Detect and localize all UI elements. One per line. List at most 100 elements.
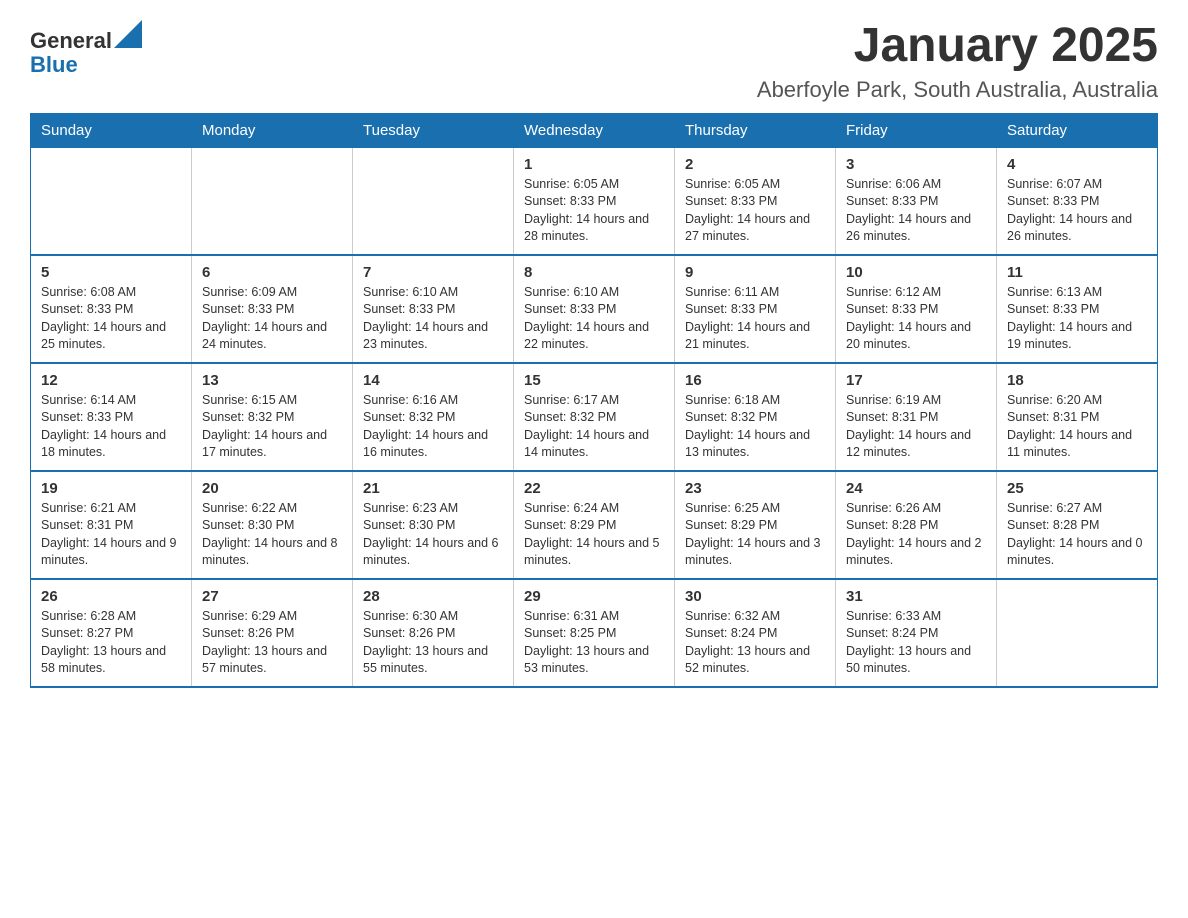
header-day-thursday: Thursday	[675, 113, 836, 147]
day-number: 1	[524, 156, 664, 173]
day-info: Sunrise: 6:12 AMSunset: 8:33 PMDaylight:…	[846, 284, 986, 354]
day-number: 3	[846, 156, 986, 173]
week-row-2: 12 Sunrise: 6:14 AMSunset: 8:33 PMDayligh…	[31, 363, 1158, 471]
day-number: 12	[41, 372, 181, 389]
day-number: 21	[363, 480, 503, 497]
header-day-friday: Friday	[836, 113, 997, 147]
calendar-cell: 31Sunrise: 6:33 AMSunset: 8:24 PMDayligh…	[836, 579, 997, 687]
header-day-monday: Monday	[192, 113, 353, 147]
day-info: Sunrise: 6:32 AMSunset: 8:24 PMDaylight:…	[685, 608, 825, 678]
calendar-cell: 28Sunrise: 6:30 AMSunset: 8:26 PMDayligh…	[353, 579, 514, 687]
day-info: Sunrise: 6:33 AMSunset: 8:24 PMDaylight:…	[846, 608, 986, 678]
calendar-cell: 8Sunrise: 6:10 AMSunset: 8:33 PMDaylight…	[514, 255, 675, 363]
day-number: 19	[41, 480, 181, 497]
day-number: 14	[363, 372, 503, 389]
day-number: 24	[846, 480, 986, 497]
day-info: Sunrise: 6:21 AMSunset: 8:31 PMDaylight:…	[41, 500, 181, 570]
day-number: 11	[1007, 264, 1147, 281]
calendar-cell: 24Sunrise: 6:26 AMSunset: 8:28 PMDayligh…	[836, 471, 997, 579]
calendar-cell: 25 Sunrise: 6:27 AMSunset: 8:28 PMDayligh…	[997, 471, 1158, 579]
calendar-cell	[353, 147, 514, 255]
calendar-cell: 13Sunrise: 6:15 AMSunset: 8:32 PMDayligh…	[192, 363, 353, 471]
day-info: Sunrise: 6:27 AMSunset: 8:28 PMDaylight:…	[1007, 500, 1147, 570]
day-number: 22	[524, 480, 664, 497]
day-info: Sunrise: 6:13 AMSunset: 8:33 PMDaylight:…	[1007, 284, 1147, 354]
day-info: Sunrise: 6:08 AMSunset: 8:33 PMDaylight:…	[41, 284, 181, 354]
calendar-cell	[192, 147, 353, 255]
calendar-cell: 2 Sunrise: 6:05 AMSunset: 8:33 PMDaylight…	[675, 147, 836, 255]
calendar-cell: 30 Sunrise: 6:32 AMSunset: 8:24 PMDayligh…	[675, 579, 836, 687]
header-day-saturday: Saturday	[997, 113, 1158, 147]
calendar-cell: 10 Sunrise: 6:12 AMSunset: 8:33 PMDayligh…	[836, 255, 997, 363]
day-info: Sunrise: 6:22 AMSunset: 8:30 PMDaylight:…	[202, 500, 342, 570]
day-info: Sunrise: 6:15 AMSunset: 8:32 PMDaylight:…	[202, 392, 342, 462]
week-row-0: 1 Sunrise: 6:05 AMSunset: 8:33 PMDaylight…	[31, 147, 1158, 255]
calendar-cell: 4Sunrise: 6:07 AMSunset: 8:33 PMDaylight…	[997, 147, 1158, 255]
day-info: Sunrise: 6:31 AMSunset: 8:25 PMDaylight:…	[524, 608, 664, 678]
calendar-cell: 9Sunrise: 6:11 AMSunset: 8:33 PMDaylight…	[675, 255, 836, 363]
calendar-cell: 15Sunrise: 6:17 AMSunset: 8:32 PMDayligh…	[514, 363, 675, 471]
calendar-cell: 19 Sunrise: 6:21 AMSunset: 8:31 PMDayligh…	[31, 471, 192, 579]
day-info: Sunrise: 6:23 AMSunset: 8:30 PMDaylight:…	[363, 500, 503, 570]
subtitle: Aberfoyle Park, South Australia, Austral…	[757, 77, 1158, 103]
calendar-body: 1 Sunrise: 6:05 AMSunset: 8:33 PMDaylight…	[31, 147, 1158, 687]
calendar-cell: 18Sunrise: 6:20 AMSunset: 8:31 PMDayligh…	[997, 363, 1158, 471]
header-day-tuesday: Tuesday	[353, 113, 514, 147]
calendar-cell: 27 Sunrise: 6:29 AMSunset: 8:26 PMDayligh…	[192, 579, 353, 687]
calendar-cell	[997, 579, 1158, 687]
calendar-cell: 11 Sunrise: 6:13 AMSunset: 8:33 PMDayligh…	[997, 255, 1158, 363]
day-number: 10	[846, 264, 986, 281]
day-info: Sunrise: 6:19 AMSunset: 8:31 PMDaylight:…	[846, 392, 986, 462]
week-row-4: 26Sunrise: 6:28 AMSunset: 8:27 PMDayligh…	[31, 579, 1158, 687]
calendar-cell: 16 Sunrise: 6:18 AMSunset: 8:32 PMDayligh…	[675, 363, 836, 471]
day-info: Sunrise: 6:05 AMSunset: 8:33 PMDaylight:…	[524, 176, 664, 246]
day-info: Sunrise: 6:29 AMSunset: 8:26 PMDaylight:…	[202, 608, 342, 678]
calendar-cell: 1 Sunrise: 6:05 AMSunset: 8:33 PMDaylight…	[514, 147, 675, 255]
day-number: 30	[685, 588, 825, 605]
calendar-table: SundayMondayTuesdayWednesdayThursdayFrid…	[30, 113, 1158, 688]
day-info: Sunrise: 6:17 AMSunset: 8:32 PMDaylight:…	[524, 392, 664, 462]
day-info: Sunrise: 6:24 AMSunset: 8:29 PMDaylight:…	[524, 500, 664, 570]
calendar-cell: 5Sunrise: 6:08 AMSunset: 8:33 PMDaylight…	[31, 255, 192, 363]
header-row: SundayMondayTuesdayWednesdayThursdayFrid…	[31, 113, 1158, 147]
logo-icon	[114, 20, 142, 48]
day-number: 27	[202, 588, 342, 605]
day-info: Sunrise: 6:06 AMSunset: 8:33 PMDaylight:…	[846, 176, 986, 246]
calendar-cell: 12 Sunrise: 6:14 AMSunset: 8:33 PMDayligh…	[31, 363, 192, 471]
day-info: Sunrise: 6:20 AMSunset: 8:31 PMDaylight:…	[1007, 392, 1147, 462]
day-info: Sunrise: 6:14 AMSunset: 8:33 PMDaylight:…	[41, 392, 181, 462]
header-day-wednesday: Wednesday	[514, 113, 675, 147]
calendar-cell: 6 Sunrise: 6:09 AMSunset: 8:33 PMDaylight…	[192, 255, 353, 363]
calendar-cell: 14 Sunrise: 6:16 AMSunset: 8:32 PMDayligh…	[353, 363, 514, 471]
page-header: General Blue January 2025 Aberfoyle Park…	[30, 20, 1158, 103]
day-number: 7	[363, 264, 503, 281]
day-info: Sunrise: 6:05 AMSunset: 8:33 PMDaylight:…	[685, 176, 825, 246]
day-info: Sunrise: 6:09 AMSunset: 8:33 PMDaylight:…	[202, 284, 342, 354]
week-row-1: 5Sunrise: 6:08 AMSunset: 8:33 PMDaylight…	[31, 255, 1158, 363]
day-number: 28	[363, 588, 503, 605]
day-info: Sunrise: 6:16 AMSunset: 8:32 PMDaylight:…	[363, 392, 503, 462]
day-info: Sunrise: 6:07 AMSunset: 8:33 PMDaylight:…	[1007, 176, 1147, 246]
day-number: 2	[685, 156, 825, 173]
week-row-3: 19 Sunrise: 6:21 AMSunset: 8:31 PMDayligh…	[31, 471, 1158, 579]
title-block: January 2025 Aberfoyle Park, South Austr…	[757, 20, 1158, 103]
day-info: Sunrise: 6:10 AMSunset: 8:33 PMDaylight:…	[524, 284, 664, 354]
header-day-sunday: Sunday	[31, 113, 192, 147]
day-number: 6	[202, 264, 342, 281]
calendar-cell: 29Sunrise: 6:31 AMSunset: 8:25 PMDayligh…	[514, 579, 675, 687]
calendar-cell: 17Sunrise: 6:19 AMSunset: 8:31 PMDayligh…	[836, 363, 997, 471]
day-number: 25	[1007, 480, 1147, 497]
calendar-cell	[31, 147, 192, 255]
logo-general-text: General	[30, 28, 112, 53]
calendar-cell: 22 Sunrise: 6:24 AMSunset: 8:29 PMDayligh…	[514, 471, 675, 579]
day-info: Sunrise: 6:18 AMSunset: 8:32 PMDaylight:…	[685, 392, 825, 462]
day-info: Sunrise: 6:28 AMSunset: 8:27 PMDaylight:…	[41, 608, 181, 678]
day-info: Sunrise: 6:25 AMSunset: 8:29 PMDaylight:…	[685, 500, 825, 570]
page-title: January 2025	[757, 20, 1158, 73]
day-number: 16	[685, 372, 825, 389]
calendar-cell: 20Sunrise: 6:22 AMSunset: 8:30 PMDayligh…	[192, 471, 353, 579]
calendar-cell: 23 Sunrise: 6:25 AMSunset: 8:29 PMDayligh…	[675, 471, 836, 579]
day-number: 9	[685, 264, 825, 281]
logo: General Blue	[30, 20, 142, 77]
day-number: 23	[685, 480, 825, 497]
